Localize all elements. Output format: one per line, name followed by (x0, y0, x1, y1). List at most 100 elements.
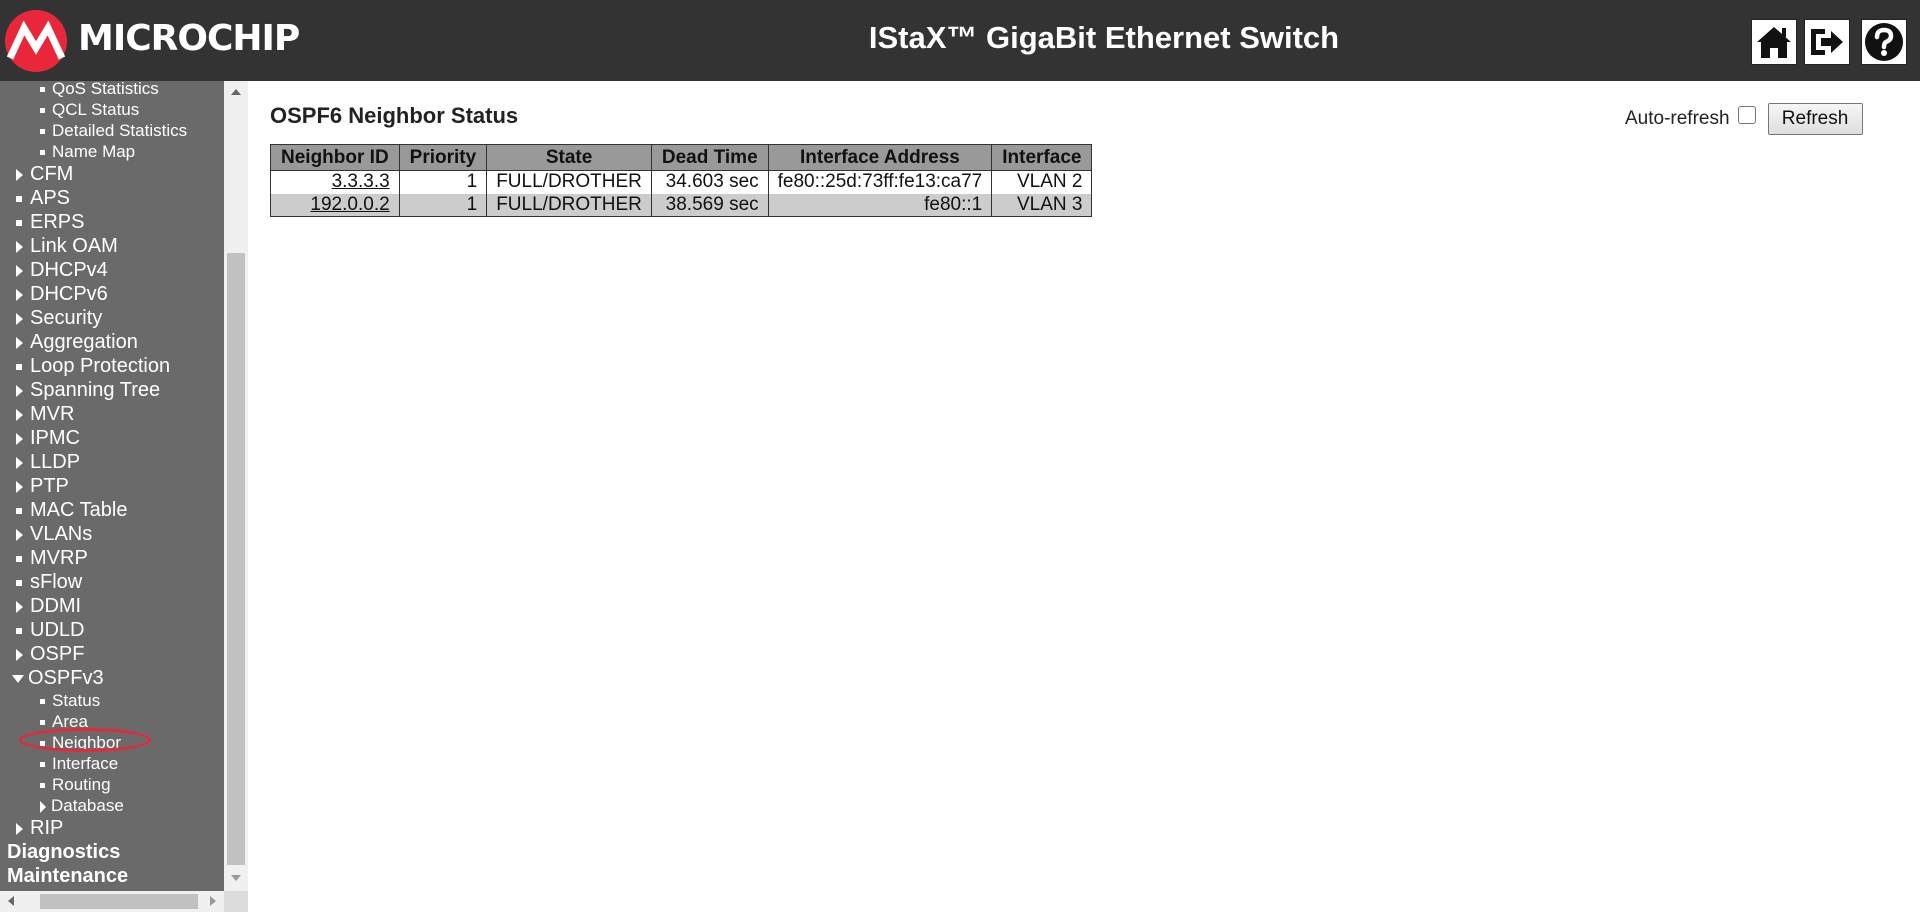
refresh-button[interactable]: Refresh (1767, 103, 1863, 135)
sidebar-item-interface[interactable]: Interface (40, 753, 118, 774)
sidebar-item-label: Database (51, 796, 124, 815)
bullet-icon (40, 87, 45, 93)
sidebar-item-label: Routing (52, 775, 111, 794)
sidebar-item-cfm[interactable]: CFM (16, 162, 73, 186)
scroll-up-icon[interactable] (231, 89, 241, 95)
sidebar-item-aggregation[interactable]: Aggregation (16, 330, 138, 354)
sidebar-item-label: Interface (52, 754, 119, 773)
help-icon (1865, 23, 1903, 61)
sidebar-item-label: PTP (30, 475, 69, 497)
sidebar-item-rip[interactable]: RIP (16, 816, 63, 840)
sidebar-item-qcl-status[interactable]: QCL Status (40, 99, 139, 120)
expand-arrow-icon (16, 456, 23, 469)
table-header-row: Neighbor ID Priority State Dead Time Interfa… (270, 144, 1093, 171)
sidebar-item-area[interactable]: Area (40, 711, 88, 732)
expand-arrow-icon (16, 288, 23, 301)
bullet-icon (16, 507, 22, 514)
sidebar-item-label: UDLD (30, 619, 85, 641)
sidebar-item-vlans[interactable]: VLANs (16, 522, 92, 546)
sidebar-item-qos-statistics[interactable]: QoS Statistics (40, 81, 159, 99)
sidebar-item-routing[interactable]: Routing (40, 774, 111, 795)
sidebar-item-dhcpv4[interactable]: DHCPv4 (16, 258, 108, 282)
sidebar-item-database[interactable]: Database (40, 795, 124, 816)
sidebar-item-sflow[interactable]: sFlow (16, 570, 82, 594)
sidebar-item-label: ERPS (30, 211, 85, 233)
column-header: Neighbor ID (270, 144, 400, 171)
bullet-icon (16, 627, 22, 634)
state-cell: FULL/DROTHER (486, 193, 652, 217)
sidebar-item-label: QoS Statistics (52, 81, 159, 98)
sidebar-item-loop-protection[interactable]: Loop Protection (16, 354, 170, 378)
sidebar-item-name-map[interactable]: Name Map (40, 141, 135, 162)
sidebar-item-ospf[interactable]: OSPF (16, 642, 84, 666)
sidebar-item-label: sFlow (30, 571, 83, 593)
sidebar-item-maintenance[interactable]: Maintenance (7, 864, 128, 888)
expand-arrow-icon (16, 432, 23, 445)
expand-arrow-icon (16, 168, 23, 181)
dead-time-cell: 34.603 sec (650, 170, 769, 194)
sidebar-item-mvr[interactable]: MVR (16, 402, 74, 426)
sidebar-item-ptp[interactable]: PTP (16, 474, 69, 498)
sidebar-item-aps[interactable]: APS (16, 186, 70, 210)
sidebar-item-udld[interactable]: UDLD (16, 618, 84, 642)
bullet-icon (40, 699, 45, 705)
sidebar-item-ospfv3[interactable]: OSPFv3 (12, 666, 104, 690)
scroll-left-icon[interactable] (8, 896, 14, 906)
sidebar-item-erps[interactable]: ERPS (16, 210, 84, 234)
home-button[interactable] (1751, 19, 1797, 65)
sidebar-item-label: Spanning Tree (30, 379, 161, 401)
scroll-down-icon[interactable] (231, 875, 241, 881)
sidebar-item-diagnostics[interactable]: Diagnostics (7, 840, 120, 864)
expand-arrow-icon (40, 800, 46, 813)
sidebar-item-label: CFM (30, 163, 74, 185)
column-header: Priority (398, 144, 488, 171)
bullet-icon (16, 219, 22, 226)
main-content: OSPF6 Neighbor Status Auto-refresh Refre… (248, 81, 1920, 912)
expand-arrow-icon (16, 480, 23, 493)
neighbor-id-cell: 192.0.0.2 (270, 193, 400, 217)
sidebar-item-ddmi[interactable]: DDMI (16, 594, 81, 618)
sidebar-item-dhcpv6[interactable]: DHCPv6 (16, 282, 108, 306)
help-button[interactable] (1861, 19, 1907, 65)
auto-refresh-checkbox[interactable] (1737, 106, 1756, 124)
sidebar-item-status[interactable]: Status (40, 690, 100, 711)
sidebar-item-link-oam[interactable]: Link OAM (16, 234, 118, 258)
sidebar-item-spanning-tree[interactable]: Spanning Tree (16, 378, 160, 402)
neighbor-id-link[interactable]: 192.0.0.2 (310, 194, 389, 215)
interface-address-cell: fe80::1 (767, 193, 993, 217)
sidebar-vertical-scrollbar[interactable] (224, 81, 248, 891)
bullet-icon (16, 579, 22, 586)
sidebar-item-label: DHCPv6 (30, 283, 108, 305)
sidebar-item-lldp[interactable]: LLDP (16, 450, 80, 474)
sidebar-item-mvrp[interactable]: MVRP (16, 546, 88, 570)
sidebar-item-detailed-statistics[interactable]: Detailed Statistics (40, 120, 187, 141)
priority-cell: 1 (398, 193, 488, 217)
neighbor-id-cell: 3.3.3.3 (270, 170, 400, 194)
home-icon (1757, 27, 1791, 58)
auto-refresh-label: Auto-refresh (1625, 108, 1730, 129)
bullet-icon (40, 741, 45, 747)
logout-button[interactable] (1804, 19, 1850, 65)
scroll-right-icon[interactable] (210, 896, 216, 906)
neighbor-status-table: Neighbor ID Priority State Dead Time Interfa… (270, 144, 1093, 217)
bullet-icon (16, 195, 22, 202)
sidebar-item-label: MVRP (30, 547, 88, 569)
microchip-logo-icon (0, 8, 72, 74)
expand-arrow-icon (16, 240, 23, 253)
sidebar-item-mac-table[interactable]: MAC Table (16, 498, 127, 522)
sidebar-scroll-thumb[interactable] (227, 253, 245, 865)
sidebar-item-label: DDMI (30, 595, 82, 617)
sidebar-item-label: Area (52, 712, 88, 731)
sidebar-nav: QoS Statistics QCL Status Detailed Statist… (0, 81, 224, 891)
bullet-icon (16, 555, 22, 562)
sidebar-horizontal-scrollbar[interactable] (0, 891, 224, 912)
sidebar-item-neighbor[interactable]: Neighbor (40, 732, 121, 753)
sidebar-item-label: VLANs (30, 523, 93, 545)
state-cell: FULL/DROTHER (486, 170, 652, 194)
sidebar-item-security[interactable]: Security (16, 306, 102, 330)
sidebar-item-ipmc[interactable]: IPMC (16, 426, 80, 450)
scrollbar-corner (224, 891, 248, 912)
table-row: 192.0.0.2 1 FULL/DROTHER 38.569 sec fe80::1 V… (270, 193, 1093, 217)
neighbor-id-link[interactable]: 3.3.3.3 (332, 171, 390, 192)
sidebar-hscroll-thumb[interactable] (40, 894, 198, 909)
